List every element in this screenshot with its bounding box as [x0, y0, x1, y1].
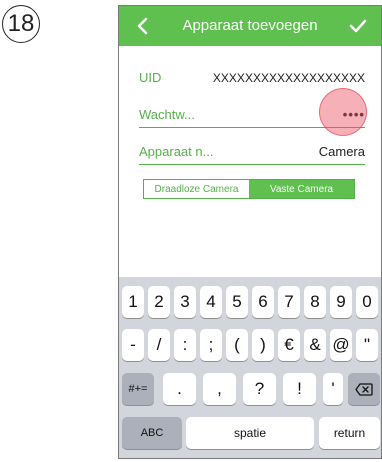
key-3[interactable]: 3 [174, 286, 196, 318]
key-ampersand[interactable]: & [304, 329, 326, 361]
keyboard-row-4: ABC spatie return [119, 417, 381, 449]
password-label: Wachtw... [139, 107, 195, 122]
uid-field[interactable]: UID XXXXXXXXXXXXXXXXXXX [139, 61, 365, 91]
device-name-field[interactable]: Apparaat n... Camera [139, 135, 365, 165]
segment-fixed-camera[interactable]: Vaste Camera [249, 180, 354, 198]
key-space[interactable]: spatie [186, 417, 314, 449]
key-7[interactable]: 7 [278, 286, 300, 318]
device-name-label: Apparaat n... [139, 144, 214, 159]
page-title: Apparaat toevoegen [182, 17, 318, 34]
device-name-underline [139, 164, 365, 165]
key-1[interactable]: 1 [122, 286, 144, 318]
key-8[interactable]: 8 [304, 286, 326, 318]
navigation-bar: Apparaat toevoegen [119, 6, 381, 46]
backspace-icon [355, 382, 373, 396]
key-question[interactable]: ? [243, 373, 276, 405]
key-return[interactable]: return [319, 417, 380, 449]
key-6[interactable]: 6 [252, 286, 274, 318]
key-5[interactable]: 5 [226, 286, 248, 318]
keyboard-row-1: 1 2 3 4 5 6 7 8 9 0 [119, 286, 381, 318]
device-name-value[interactable]: Camera [319, 144, 365, 159]
key-open-paren[interactable]: ( [226, 329, 248, 361]
camera-type-segmented-control: Draadloze Camera Vaste Camera [143, 179, 355, 199]
keyboard-row-2: - / : ; ( ) € & @ " [119, 329, 381, 361]
segment-wireless-camera[interactable]: Draadloze Camera [144, 180, 249, 198]
key-abc[interactable]: ABC [122, 417, 182, 449]
key-quote[interactable]: " [356, 329, 378, 361]
chevron-left-icon [137, 17, 148, 35]
key-hyphen[interactable]: - [122, 329, 144, 361]
key-semicolon[interactable]: ; [200, 329, 222, 361]
key-comma[interactable]: , [203, 373, 236, 405]
key-period[interactable]: . [163, 373, 196, 405]
uid-label: UID [139, 70, 162, 85]
phone-screen: Apparaat toevoegen UID XXXXXXXXXXXXXXXXX… [118, 5, 382, 459]
confirm-button[interactable] [343, 11, 373, 41]
key-colon[interactable]: : [174, 329, 196, 361]
keyboard-row-3: #+= . , ? ! ' [119, 373, 381, 405]
key-symbols-mode[interactable]: #+= [122, 373, 154, 405]
uid-value[interactable]: XXXXXXXXXXXXXXXXXXX [213, 71, 365, 85]
back-button[interactable] [129, 11, 155, 41]
key-apostrophe[interactable]: ' [323, 373, 343, 405]
key-0[interactable]: 0 [356, 286, 378, 318]
key-4[interactable]: 4 [200, 286, 222, 318]
step-number-badge: 18 [2, 5, 40, 43]
add-device-form: UID XXXXXXXXXXXXXXXXXXX Wachtw... •••• A… [119, 46, 381, 276]
tap-indicator [319, 88, 367, 136]
backspace-key[interactable] [348, 373, 380, 405]
key-euro[interactable]: € [278, 329, 300, 361]
key-exclamation[interactable]: ! [283, 373, 316, 405]
key-9[interactable]: 9 [330, 286, 352, 318]
key-slash[interactable]: / [148, 329, 170, 361]
keyboard: 1 2 3 4 5 6 7 8 9 0 - / : ; ( ) € & @ " … [119, 277, 381, 458]
key-2[interactable]: 2 [148, 286, 170, 318]
step-number: 18 [7, 10, 35, 37]
key-at[interactable]: @ [330, 329, 352, 361]
checkmark-icon [349, 19, 367, 33]
key-close-paren[interactable]: ) [252, 329, 274, 361]
